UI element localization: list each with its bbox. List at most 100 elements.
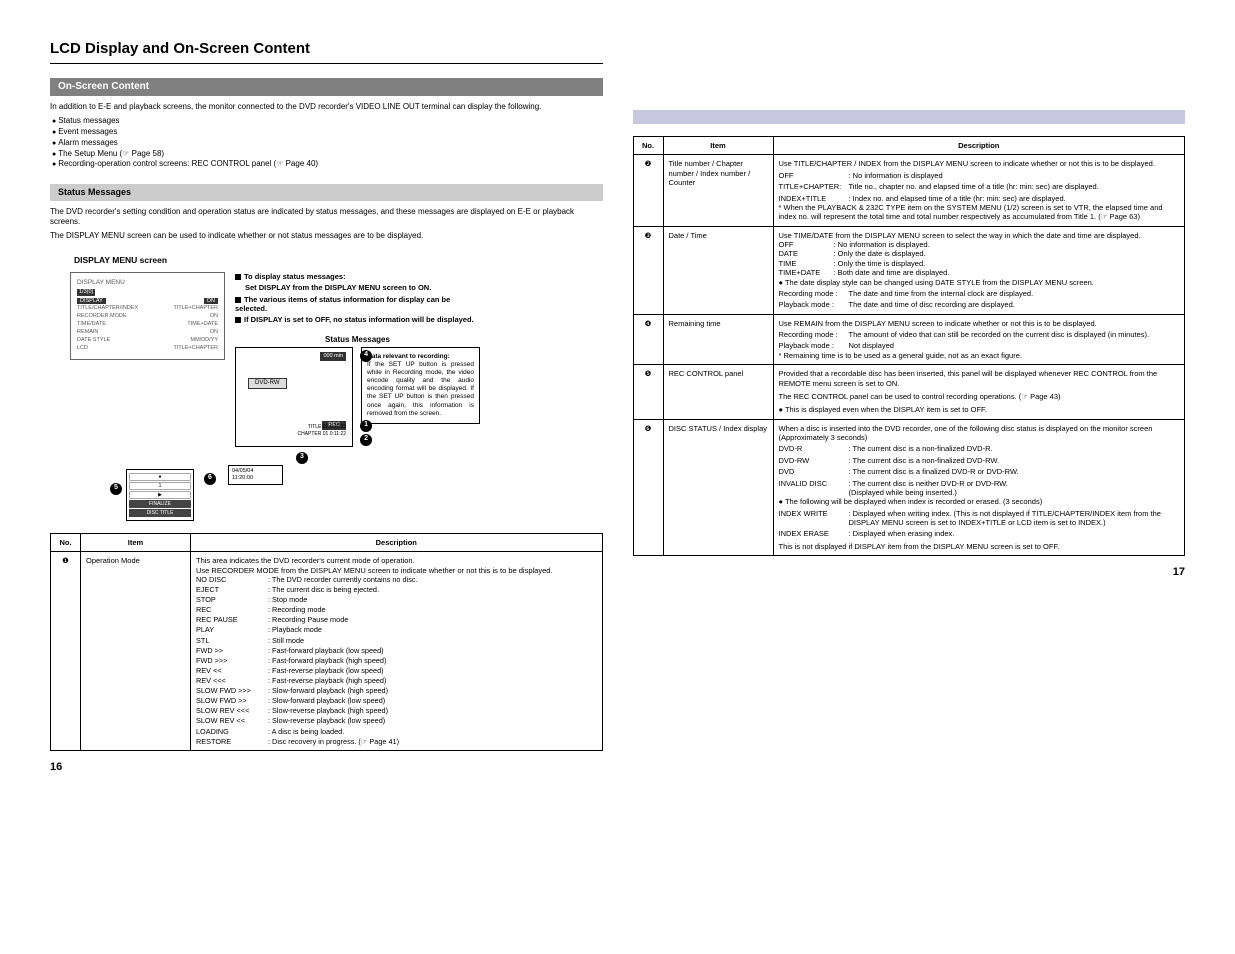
bullet: Alarm messages (52, 138, 603, 149)
mode-key: STL (196, 636, 268, 645)
kv-val: Not displayed (849, 341, 1180, 350)
kv-key: OFF (779, 171, 849, 180)
row-item: Date / Time (663, 226, 773, 314)
desc-line: (Displayed while being inserted.) (849, 488, 1180, 497)
th-desc: Description (773, 137, 1185, 155)
row-no: ❷ (633, 155, 663, 226)
page-title: LCD Display and On-Screen Content (50, 40, 603, 64)
kv-key: OFF (779, 240, 834, 249)
callout-title: Data relevant to recording: (367, 353, 450, 360)
mode-val: : Stop mode (268, 595, 597, 604)
table-row: ❺ REC CONTROL panel Provided that a reco… (633, 365, 1185, 420)
desc-line: Use TIME/DATE from the DISPLAY MENU scre… (779, 231, 1180, 240)
desc-line: Use RECORDER MODE from the DISPLAY MENU … (196, 566, 597, 575)
kv-key: INVALID DISC (779, 479, 849, 488)
mode-key: REC (196, 605, 268, 614)
menu-item: REMAIN (77, 329, 98, 336)
section-onscreen-content: On-Screen Content (50, 78, 603, 97)
row-no: ❹ (633, 314, 663, 365)
description-table-right: No. Item Description ❷ Title number / Ch… (633, 136, 1186, 556)
dvd-rw-label: DVD-RW (248, 378, 287, 390)
mode-key: REC PAUSE (196, 615, 268, 624)
note-line: If DISPLAY is set to OFF, no status info… (244, 315, 474, 324)
bullet: Status messages (52, 116, 603, 127)
square-bullet-icon (235, 274, 241, 280)
desc-line: Use REMAIN from the DISPLAY MENU screen … (779, 319, 1180, 328)
mode-key: FWD >> (196, 646, 268, 655)
mode-val: : Disc recovery in progress. (☞ Page 41) (268, 737, 597, 746)
menu-item: TIME/DATE (77, 321, 106, 328)
lcd-row: DISC TITLE (129, 509, 191, 517)
mode-val: : Fast-forward playback (high speed) (268, 656, 597, 665)
row-desc: Use REMAIN from the DISPLAY MENU screen … (773, 314, 1185, 365)
mode-val: : The DVD recorder currently contains no… (268, 575, 597, 584)
table-row: ❹ Remaining time Use REMAIN from the DIS… (633, 314, 1185, 365)
th-no: No. (633, 137, 663, 155)
mode-key: STOP (196, 595, 268, 604)
desc-line: This is not displayed if DISPLAY item fr… (779, 542, 1180, 551)
mode-key: REV <<< (196, 676, 268, 685)
kv-val: Title no., chapter no. and elapsed time … (849, 182, 1180, 191)
intro-bullets: Status messages Event messages Alarm mes… (52, 116, 603, 170)
menu-item: TITLE/CHAPTER/INDEX (77, 305, 138, 312)
mode-key: NO DISC (196, 575, 268, 584)
note-line: The various items of status information … (235, 295, 450, 313)
kv-key: DATE (779, 249, 834, 258)
row-no: ❶ (51, 552, 81, 751)
callout-badge-6: 6 (204, 473, 216, 485)
mode-val: : Playback mode (268, 625, 597, 634)
kv-key: Playback mode : (779, 300, 849, 309)
mode-key: FWD >>> (196, 656, 268, 665)
bullet: Recording-operation control screens: REC… (52, 159, 603, 170)
kv-key: Recording mode : (779, 289, 849, 298)
page-number-left: 16 (50, 761, 603, 775)
desc-line: ● This is displayed even when the DISPLA… (779, 405, 1180, 414)
mode-val: : Recording Pause mode (268, 615, 597, 624)
lcd-row: 1 (129, 482, 191, 490)
status-intro-2: The DISPLAY MENU screen can be used to i… (50, 231, 603, 241)
row-no: ❺ (633, 365, 663, 420)
th-no: No. (51, 533, 81, 551)
kv-val: : No information is displayed (849, 171, 1180, 180)
date-time-box: 04/05/04 11:20:00 (228, 465, 283, 485)
mode-val: : Slow-forward playback (high speed) (268, 686, 597, 695)
desc-line: Use TITLE/CHAPTER / INDEX from the DISPL… (779, 159, 1180, 168)
row-item: Operation Mode (81, 552, 191, 751)
kv-key: INDEX WRITE (779, 509, 849, 528)
menu-page-indicator: 1/3(0) (77, 289, 95, 296)
kv-val: The amount of video that can still be re… (849, 330, 1180, 339)
row-item: Remaining time (663, 314, 773, 365)
mode-key: RESTORE (196, 737, 268, 746)
row-item: REC CONTROL panel (663, 365, 773, 420)
time-value: 11:20:00 (232, 475, 279, 482)
chapter-line: CHAPTER 01 0:11:22 (297, 432, 346, 438)
menu-value: TITLE+CHAPTER (174, 305, 218, 312)
recording-data-callout: Data relevant to recording: If the SET U… (361, 347, 480, 424)
mode-key: PLAY (196, 625, 268, 634)
menu-item: LCD (77, 345, 88, 352)
mode-key: SLOW REV << (196, 716, 268, 725)
callout-badge-4: 4 (360, 350, 372, 362)
kv-val: : No information is displayed. (834, 240, 1180, 249)
desc-line: Provided that a recordable disc has been… (779, 369, 1180, 388)
menu-value: ON (210, 329, 218, 336)
mode-key: EJECT (196, 585, 268, 594)
desc-line: * When the PLAYBACK & 232C TYPE item on … (779, 203, 1180, 222)
mode-val: : A disc is being loaded. (268, 727, 597, 736)
kv-key: Playback mode : (779, 341, 849, 350)
status-messages-caption: Status Messages (235, 335, 480, 345)
diagram-area: DISPLAY MENU 1/3(0) DISPLAYON TITLE/CHAP… (70, 272, 603, 451)
lcd-row: ● (129, 473, 191, 481)
th-item: Item (81, 533, 191, 551)
kv-val: : Only the time is displayed. (834, 259, 1180, 268)
display-menu-screen-label: DISPLAY MENU screen (74, 255, 603, 266)
callout-badge-5: 5 (110, 483, 122, 495)
mode-key: REV << (196, 666, 268, 675)
mode-key: SLOW REV <<< (196, 706, 268, 715)
kv-val: : Only the date is displayed. (834, 249, 1180, 258)
mode-val: : Still mode (268, 636, 597, 645)
mode-val: : Fast-forward playback (low speed) (268, 646, 597, 655)
callout-badge-1: 1 (360, 420, 372, 432)
kv-key: TITLE+CHAPTER: (779, 182, 849, 191)
display-notes: To display status messages: Set DISPLAY … (235, 272, 480, 451)
